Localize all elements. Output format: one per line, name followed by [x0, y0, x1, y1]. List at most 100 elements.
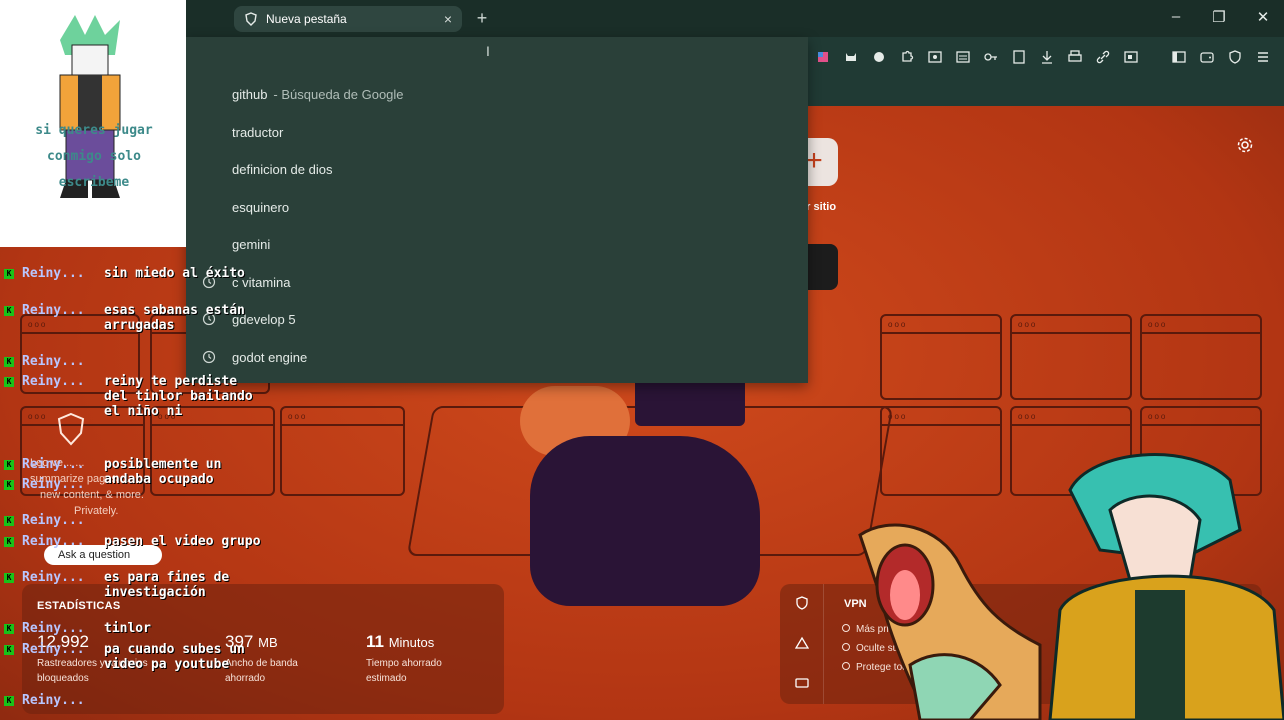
- print-icon[interactable]: [1064, 46, 1086, 68]
- avatar-caption-line: escribeme: [58, 175, 130, 190]
- chat-username: K Reiny...: [4, 303, 85, 318]
- brave-logo-icon: [245, 12, 257, 26]
- chat-message: esas sabanas están arrugadas: [104, 303, 245, 333]
- extension-icons: [812, 46, 1142, 68]
- background-illustration-card: ooo: [1140, 314, 1262, 400]
- chat-username: K Reiny...: [4, 534, 85, 549]
- background-person-illustration: [530, 436, 760, 606]
- chat-message: pasen el video grupo: [104, 534, 261, 549]
- sidebar-icon[interactable]: [1168, 46, 1190, 68]
- kick-badge-icon: K: [4, 695, 14, 706]
- kick-badge-icon: K: [4, 644, 14, 655]
- history-icon: [202, 350, 216, 364]
- stat-time-unit: Minutos: [388, 635, 435, 650]
- screenshot-icon[interactable]: [924, 46, 946, 68]
- brave-lion-icon: [57, 412, 85, 446]
- color-picker-icon[interactable]: [812, 46, 834, 68]
- suggestion-text: esquinero: [232, 199, 290, 215]
- suggestion-text: definicion de dios: [232, 161, 333, 177]
- omnibox-suggestion[interactable]: github - Búsqueda de Google: [186, 77, 808, 111]
- tab-new-tab[interactable]: Nueva pestaña ×: [234, 6, 462, 32]
- stats-heading: ESTADÍSTICAS: [37, 600, 121, 612]
- chat-message: sin miedo al éxito: [104, 266, 245, 281]
- chat-message: es para fines de investigación: [104, 570, 230, 600]
- kick-badge-icon: K: [4, 536, 14, 547]
- warning-icon[interactable]: [795, 636, 809, 650]
- avatar-caption: si queres jugar conmigo solo escribeme: [10, 118, 178, 196]
- suggestion-text: traductor: [232, 124, 284, 140]
- media-icon[interactable]: [1120, 46, 1142, 68]
- text-cursor-icon: I: [486, 43, 490, 59]
- kick-badge-icon: K: [4, 459, 14, 470]
- chat-username: K Reiny...: [4, 477, 85, 492]
- check-icon: [842, 643, 850, 651]
- cube-extension-icon[interactable]: [868, 46, 890, 68]
- dog-character-illustration: [858, 523, 1042, 720]
- reader-icon[interactable]: [952, 46, 974, 68]
- omnibox-suggestion[interactable]: gdevelop 5: [186, 302, 808, 336]
- check-icon: [842, 624, 850, 632]
- chat-username: K Reiny...: [4, 374, 85, 389]
- check-icon: [842, 662, 850, 670]
- omnibox-suggestion[interactable]: traductor: [186, 115, 808, 149]
- kick-badge-icon: K: [4, 623, 14, 634]
- chat-username: K Reiny...: [4, 513, 85, 528]
- tab-strip: Nueva pestaña × + – ❐ ✕: [0, 0, 1284, 37]
- browser-right-icons: [1168, 46, 1274, 68]
- chat-username: K Reiny...: [4, 266, 85, 281]
- video-icon[interactable]: [795, 676, 809, 690]
- download-icon[interactable]: [1036, 46, 1058, 68]
- background-illustration-card: ooo: [280, 406, 405, 496]
- chat-message: reiny te perdiste del tinlor bailando el…: [104, 374, 253, 419]
- bookmark-icon[interactable]: [1008, 46, 1030, 68]
- omnibox-suggestion[interactable]: c vitamina: [186, 265, 808, 299]
- kick-badge-icon: K: [4, 356, 14, 367]
- stat-time-label: Tiempo ahorrado estimado: [366, 658, 442, 684]
- chat-message: pa cuando subes un video pa youtube: [104, 642, 245, 672]
- chat-username: K Reiny...: [4, 642, 85, 657]
- close-window-button[interactable]: ✕: [1248, 8, 1278, 26]
- background-illustration-card: ooo: [880, 314, 1002, 400]
- background-illustration-card: ooo: [1010, 314, 1132, 400]
- background-illustration-card: ooo: [880, 406, 1002, 496]
- omnibox-suggestion[interactable]: godot engine: [186, 340, 808, 374]
- kick-badge-icon: K: [4, 515, 14, 526]
- tab-title: Nueva pestaña: [266, 12, 347, 26]
- stat-time: 11 Minutos Tiempo ahorrado estimado: [366, 632, 466, 686]
- link-icon[interactable]: [1092, 46, 1114, 68]
- chat-username: K Reiny...: [4, 621, 85, 636]
- tab-close-icon[interactable]: ×: [444, 11, 452, 27]
- cat-extension-icon[interactable]: [840, 46, 862, 68]
- kick-badge-icon: K: [4, 268, 14, 279]
- chat-message: posiblemente un andaba ocupado: [104, 457, 222, 487]
- chat-username: K Reiny...: [4, 457, 85, 472]
- gear-icon[interactable]: [1236, 136, 1254, 154]
- wallet-icon[interactable]: [1196, 46, 1218, 68]
- omnibox-suggestion[interactable]: gemini: [186, 227, 808, 261]
- suggestion-text: github: [232, 86, 268, 102]
- menu-icon[interactable]: [1252, 46, 1274, 68]
- kick-badge-icon: K: [4, 305, 14, 316]
- shield-icon[interactable]: [795, 596, 809, 610]
- chat-username: K Reiny...: [4, 354, 85, 369]
- chat-username: K Reiny...: [4, 693, 85, 708]
- puzzle-icon[interactable]: [896, 46, 918, 68]
- background-laptop-illustration: [635, 376, 745, 426]
- key-icon[interactable]: [980, 46, 1002, 68]
- maximize-button[interactable]: ❐: [1204, 8, 1234, 26]
- suggestion-subtext: - Búsqueda de Google: [273, 86, 404, 102]
- kick-badge-icon: K: [4, 572, 14, 583]
- brave-shield-icon[interactable]: [1224, 46, 1246, 68]
- kick-badge-icon: K: [4, 376, 14, 387]
- omnibox-suggestion[interactable]: esquinero: [186, 190, 808, 224]
- widget-rail: [780, 584, 824, 704]
- streamer-character-illustration: [1048, 453, 1284, 720]
- avatar-caption-line: conmigo solo: [47, 149, 141, 164]
- avatar-caption-line: si queres jugar: [35, 123, 153, 138]
- stat-time-value: 11: [366, 632, 384, 651]
- minimize-button[interactable]: –: [1161, 8, 1191, 25]
- omnibox-suggestion[interactable]: definicion de dios: [186, 152, 808, 186]
- chat-username: K Reiny...: [4, 570, 85, 585]
- new-tab-button[interactable]: +: [472, 8, 492, 29]
- omnibox-dropdown: I github - Búsqueda de Google traductor …: [186, 37, 808, 383]
